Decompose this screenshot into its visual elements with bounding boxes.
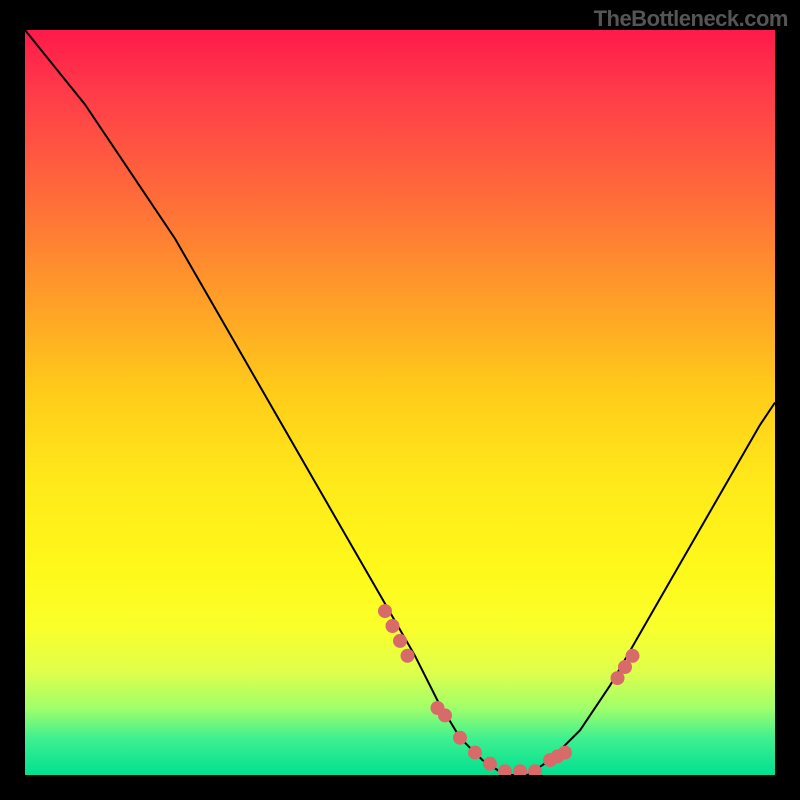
attribution-text: TheBottleneck.com	[594, 6, 788, 32]
highlight-point	[468, 746, 482, 760]
highlight-point	[626, 649, 640, 663]
bottleneck-curve	[25, 30, 775, 775]
highlight-point	[513, 764, 527, 775]
highlight-point	[386, 619, 400, 633]
highlight-point	[401, 649, 415, 663]
highlight-point	[393, 634, 407, 648]
chart-overlay	[25, 30, 775, 775]
chart-container: TheBottleneck.com	[0, 0, 800, 800]
highlight-point	[558, 746, 572, 760]
highlight-point	[438, 708, 452, 722]
highlight-point	[483, 757, 497, 771]
highlight-point	[498, 764, 512, 775]
highlight-point	[378, 604, 392, 618]
highlight-points	[378, 604, 640, 775]
plot-area	[25, 30, 775, 775]
highlight-point	[453, 731, 467, 745]
